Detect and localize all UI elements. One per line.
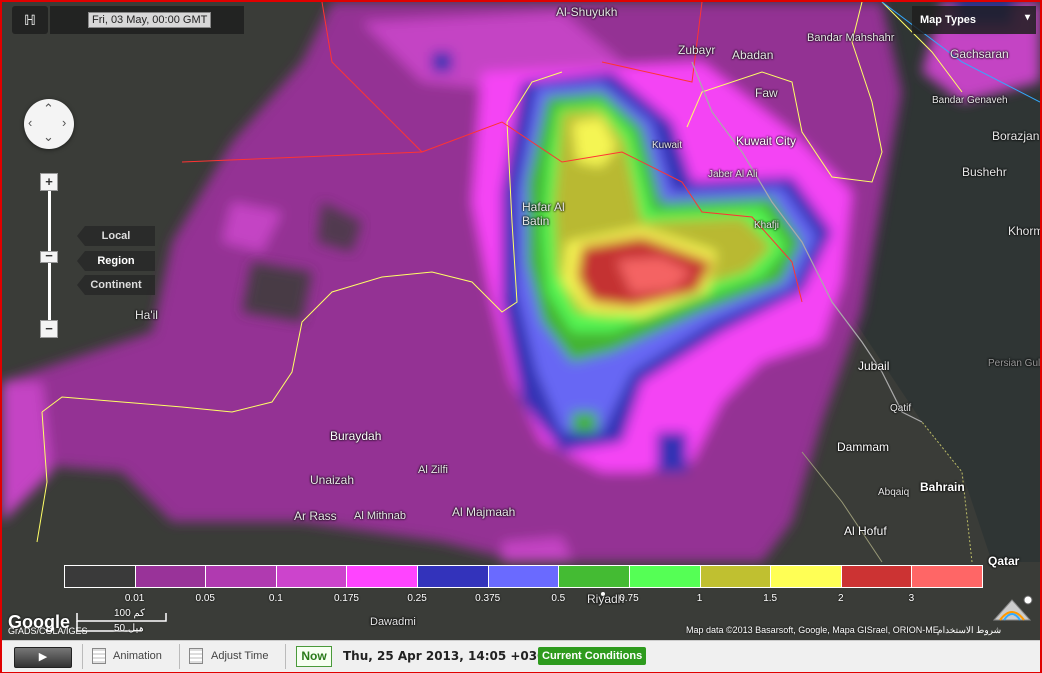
app-frame: Al-Shuyukh Zubayr Abadan Faw Bandar Mahs… — [0, 0, 1042, 673]
place-label: Gachsaran — [950, 47, 1009, 61]
logo-icon: ℍ — [24, 12, 36, 28]
legend-swatch — [699, 565, 772, 588]
place-label: Khorm — [1008, 224, 1040, 238]
place-label: Persian Gulf — [988, 358, 1040, 369]
chevron-down-icon: ▾ — [1024, 12, 1030, 23]
brand-icon[interactable] — [990, 594, 1036, 622]
current-conditions-button[interactable]: Current Conditions — [538, 647, 647, 665]
place-label: Al Mithnab — [354, 510, 406, 522]
place-label: Bushehr — [962, 165, 1007, 179]
place-label: Qatif — [890, 403, 912, 414]
place-label: Buraydah — [330, 429, 382, 443]
pan-control[interactable]: ⌃ ⌄ ‹ › — [24, 99, 74, 149]
legend-tick-label: 0.175 — [333, 593, 359, 604]
terms-link[interactable]: شروط الاستخدام — [937, 625, 1001, 636]
scale-km-label: 100 كم — [114, 608, 145, 619]
place-label: Khafji — [754, 220, 780, 231]
zoom-out-button[interactable]: − — [40, 320, 58, 338]
legend-swatch — [205, 565, 277, 588]
place-label: Ar Rass — [294, 509, 337, 523]
pan-up-icon[interactable]: ⌃ — [43, 101, 54, 117]
place-label: Dawadmi — [370, 616, 416, 628]
legend-tick-label: 2 — [837, 593, 844, 604]
scope-region-button[interactable]: Region — [77, 251, 155, 271]
legend-tick-label: 0.25 — [407, 593, 427, 604]
zoom-handle[interactable]: − — [40, 249, 58, 263]
place-label: Jubail — [858, 359, 890, 373]
place-label: Faw — [755, 86, 778, 100]
place-label: Unaizah — [310, 473, 355, 487]
divider — [179, 644, 180, 669]
scope-local-button[interactable]: Local — [77, 226, 155, 246]
forecast-time-label: Fri, 03 May, 00:00 GMT — [88, 12, 212, 28]
legend-tick-label: 0.05 — [195, 593, 215, 604]
place-label: Al Majmaah — [452, 505, 516, 519]
calendar-icon[interactable] — [189, 648, 203, 664]
divider — [82, 644, 83, 669]
pan-right-icon[interactable]: › — [62, 115, 66, 130]
bottom-toolbar: ▶ Animation Adjust Time Now Thu, 25 Apr … — [2, 640, 1040, 672]
legend-swatch — [911, 565, 983, 588]
zoom-in-button[interactable]: + — [40, 173, 58, 191]
map-types-dropdown[interactable]: Map Types ▾ — [912, 6, 1036, 34]
place-label: Al-Shuyukh — [556, 5, 618, 19]
now-button[interactable]: Now — [296, 646, 332, 667]
pan-left-icon[interactable]: ‹ — [28, 115, 32, 130]
legend-swatch — [134, 565, 207, 588]
precip-legend — [64, 565, 983, 590]
legend-tick-label: 0.75 — [619, 593, 639, 604]
legend-swatch — [840, 565, 913, 588]
legend-tick-label: 1 — [696, 593, 703, 604]
app-logo[interactable]: ℍ — [12, 6, 48, 34]
scope-continent-button[interactable]: Continent — [77, 275, 155, 295]
animation-button[interactable]: Animation — [113, 650, 162, 662]
adjust-time-button[interactable]: Adjust Time — [211, 650, 268, 662]
place-label: Zubayr — [678, 43, 716, 57]
forecast-time-panel: Fri, 03 May, 00:00 GMT — [50, 6, 244, 34]
legend-swatch — [628, 565, 701, 588]
current-datetime: Thu, 25 Apr 2013, 14:05 +0300 — [343, 649, 554, 663]
place-label: Qatar — [988, 554, 1020, 568]
legend-tick-label: 0.1 — [268, 593, 283, 604]
legend-swatch — [346, 565, 419, 588]
pan-down-icon[interactable]: ⌄ — [43, 129, 54, 145]
place-label: Kuwait City — [736, 134, 797, 148]
place-label: Hafar Al Batin — [522, 200, 565, 228]
place-label: Kuwait — [652, 140, 683, 151]
legend-tick-label: 0.5 — [551, 593, 566, 604]
play-button[interactable]: ▶ — [14, 647, 72, 668]
place-label: Bahrain — [920, 480, 965, 494]
place-label: Al Hofuf — [844, 524, 887, 538]
map-attribution: Map data ©2013 Basarsoft, Google, Mapa G… — [686, 625, 939, 635]
divider — [285, 644, 286, 669]
legend-swatch — [487, 565, 560, 588]
legend-swatch — [64, 565, 136, 588]
legend-tick-label: 1.5 — [763, 593, 778, 604]
place-label: Bandar Mahshahr — [807, 32, 895, 44]
place-label: Bandar Genaveh — [932, 95, 1008, 106]
legend-tick-label: 0.375 — [475, 593, 501, 604]
place-label: Abadan — [732, 48, 774, 62]
map-types-label: Map Types — [920, 14, 977, 26]
place-label: Jaber Al Ali — [708, 169, 758, 180]
legend-swatch — [770, 565, 842, 588]
legend-tick-label: 0.01 — [124, 593, 145, 604]
data-source-label: GrADS/COLA/IGES — [8, 626, 88, 636]
legend-swatch — [275, 565, 348, 588]
place-label: Dammam — [837, 440, 890, 454]
legend-tick-label: 3 — [908, 593, 915, 604]
place-label: Borazjan — [992, 129, 1040, 143]
place-label: Ha'il — [135, 308, 158, 322]
weather-map[interactable]: Al-Shuyukh Zubayr Abadan Faw Bandar Mahs… — [2, 2, 1040, 640]
place-label: Abqaiq — [878, 487, 910, 498]
legend-swatch — [558, 565, 630, 588]
calendar-icon[interactable] — [92, 648, 106, 664]
place-label: Al Zilfi — [418, 464, 448, 476]
scale-mi-label: 50 ميل — [114, 623, 144, 634]
scale-bar: 100 كم 50 ميل — [76, 608, 168, 635]
legend-swatch — [417, 565, 489, 588]
